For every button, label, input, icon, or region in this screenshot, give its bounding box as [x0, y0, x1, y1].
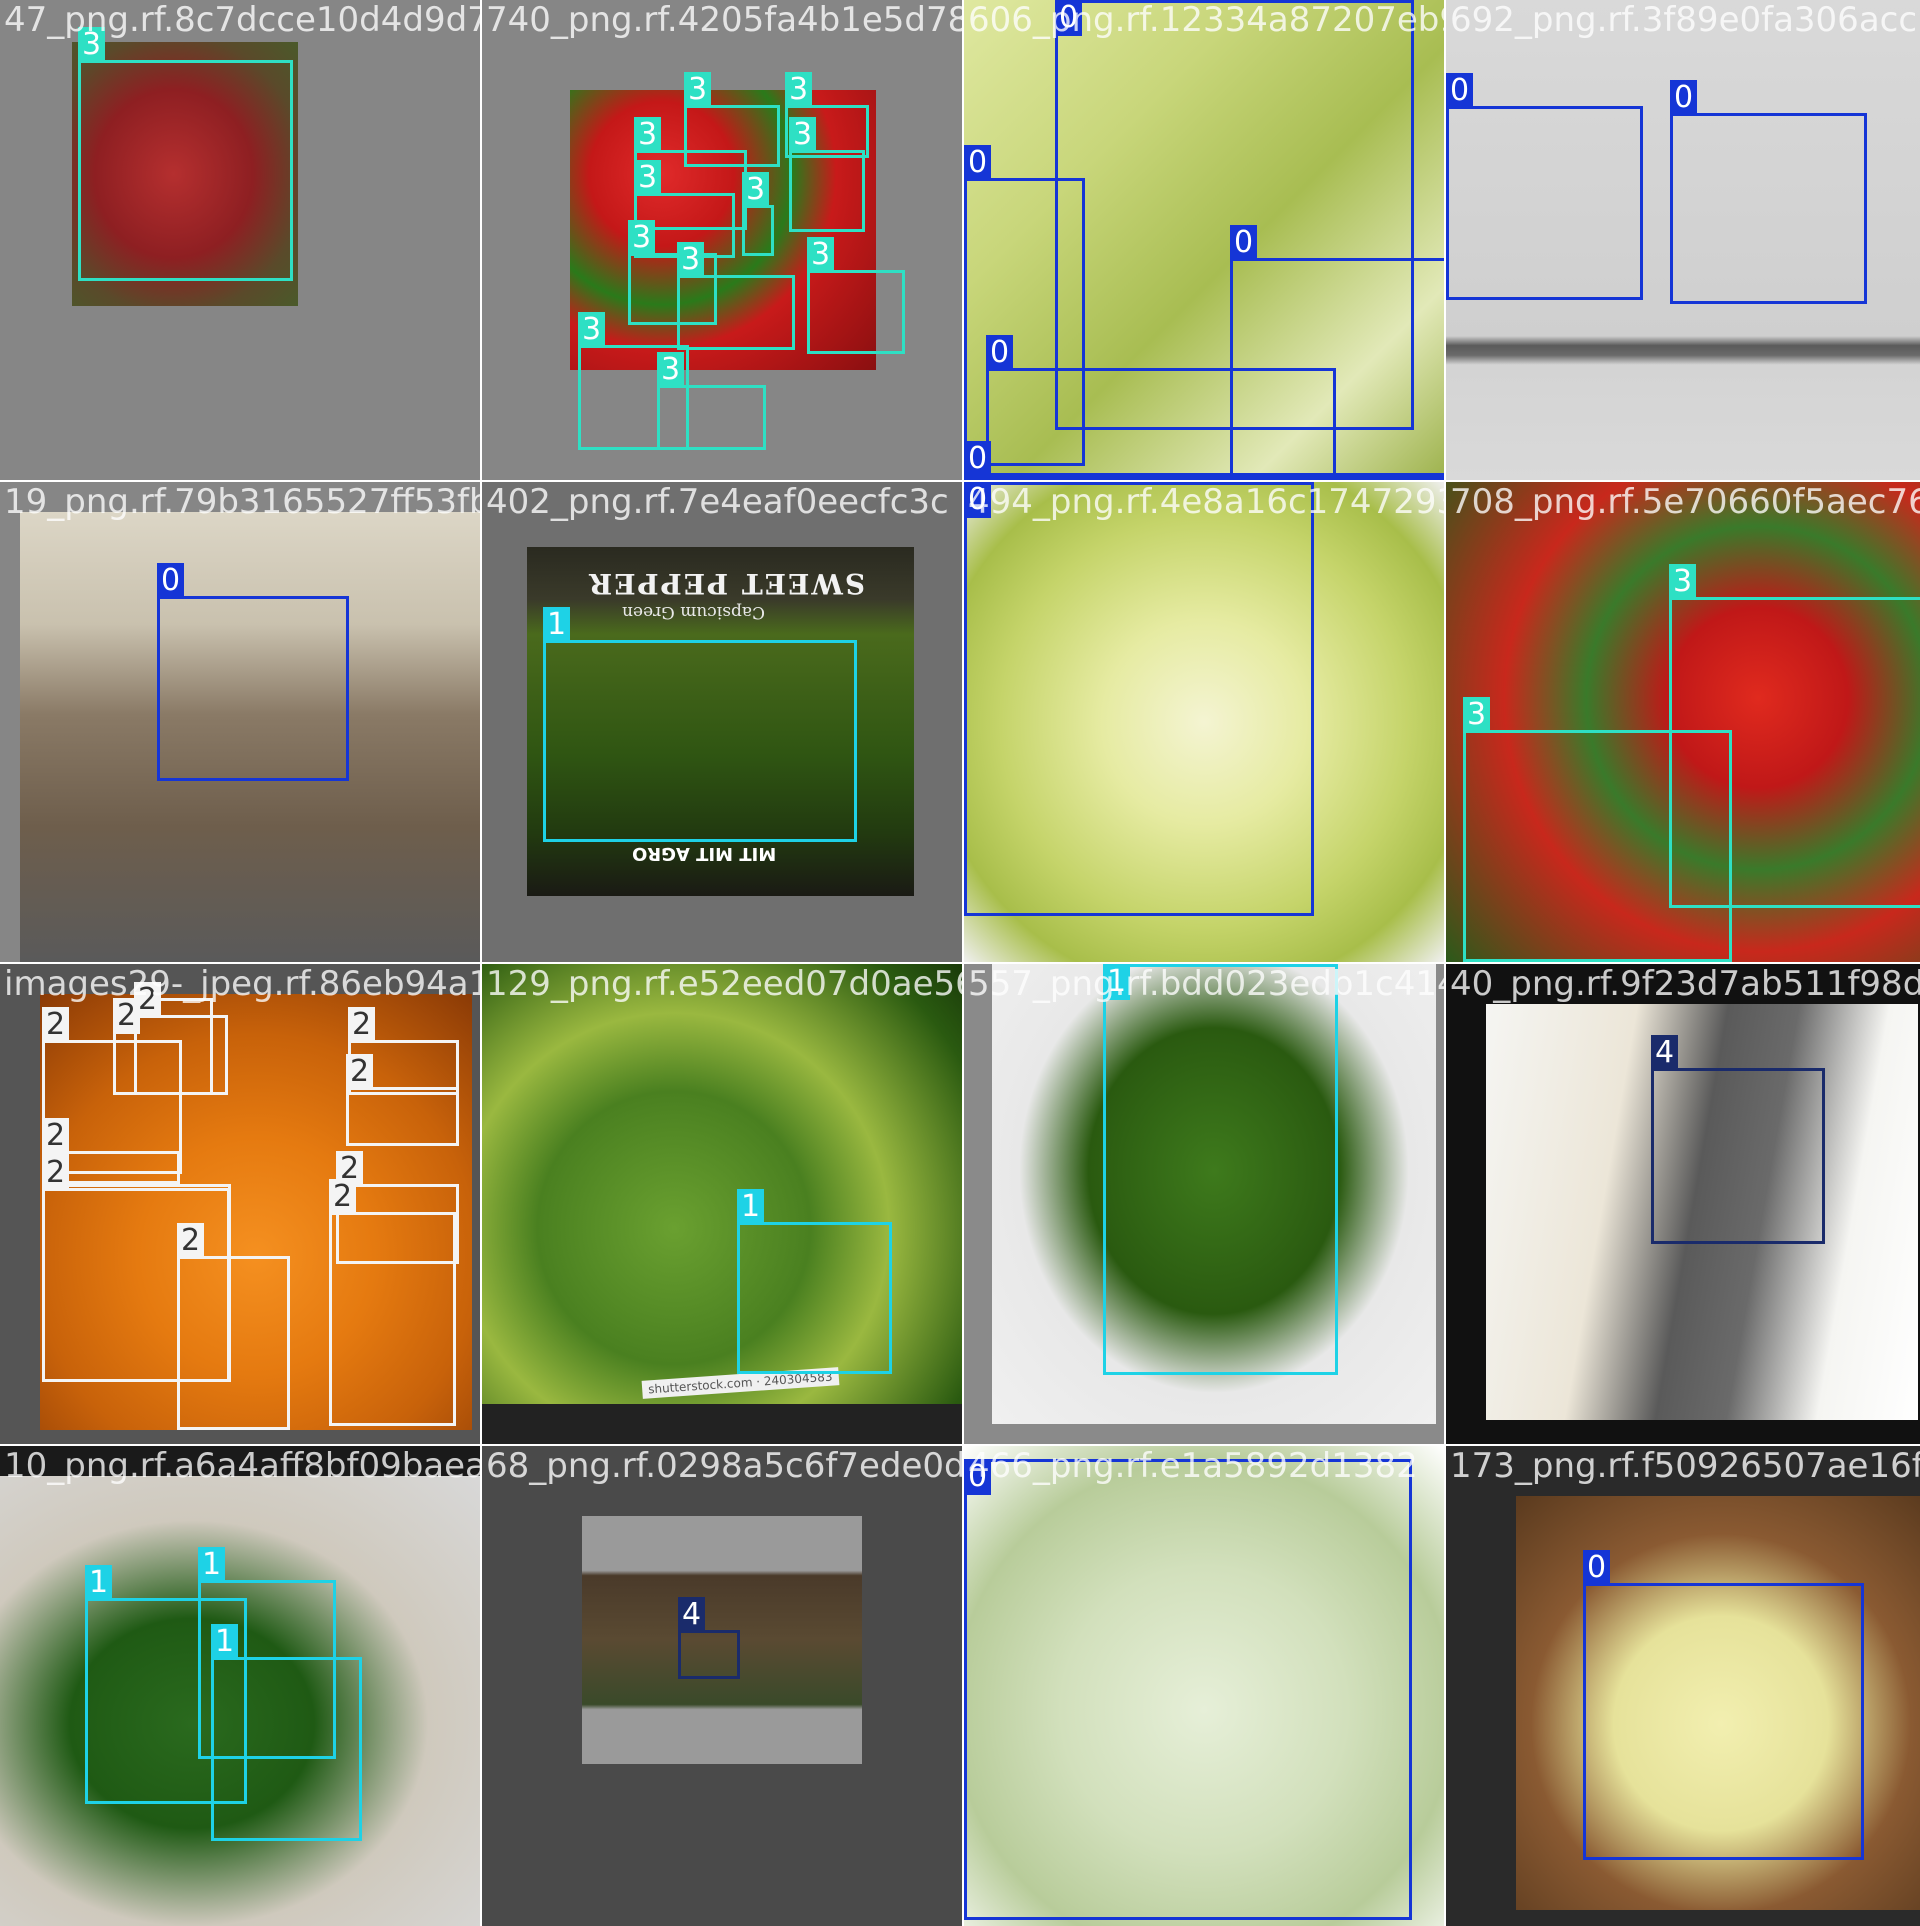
bounding-box-class-2: 2	[42, 1155, 230, 1382]
tile-5: 019_png.rf.79b3165527ff53fb42b218af77d49…	[0, 482, 480, 962]
tile-11: 1557_png.rf.bdd023edb1c414b4	[964, 964, 1444, 1444]
class-label: 3	[785, 72, 813, 108]
class-label: 0	[1583, 1550, 1611, 1586]
class-label: 2	[329, 1179, 357, 1215]
tile-9: 22222222222images29-_jpeg.rf.86eb94a1d5b	[0, 964, 480, 1444]
class-label: 2	[42, 1007, 70, 1043]
class-label: 1	[211, 1624, 239, 1660]
tile-13: 1 1 1 10_png.rf.a6a4aff8bf09baea	[0, 1446, 480, 1926]
bounding-box-class-0: 0	[157, 563, 349, 781]
bounding-box-class-0: 0	[986, 335, 1336, 476]
class-label: 2	[42, 1155, 70, 1191]
bounding-box-class-4: 4	[1651, 1035, 1825, 1244]
class-label: 4	[1651, 1035, 1679, 1071]
bounding-box-class-2: 2	[346, 1054, 459, 1146]
bounding-box-class-1: 1	[1103, 964, 1338, 1375]
bounding-box-class-0: 0	[964, 482, 1314, 916]
class-label: 0	[964, 145, 992, 181]
image-filename: 740_png.rf.4205fa4b1e5d7860	[486, 0, 962, 40]
class-label: 1	[1103, 964, 1131, 1000]
tile-7: 0 494_png.rf.4e8a16c1747293e	[964, 482, 1444, 962]
bounding-box-class-3: 3	[78, 27, 293, 281]
class-label: 3	[1669, 564, 1697, 600]
class-label: 2	[346, 1054, 374, 1090]
packet-brand: MIT MIT AGRO	[632, 843, 777, 864]
bounding-box-class-3: 3	[807, 237, 905, 354]
tile-6: SWEET PEPPER Capsicum Green MIT MIT AGRO 1 4…	[482, 482, 962, 962]
class-label: 1	[543, 607, 571, 643]
bounding-box-class-0: 0	[1583, 1550, 1864, 1860]
bounding-box-class-0: 0	[964, 1459, 1412, 1920]
class-label: 4	[678, 1597, 706, 1633]
class-label: 0	[157, 563, 185, 599]
tile-3: 00000606_png.rf.12334a87207eb9469	[964, 0, 1444, 480]
class-label: 1	[737, 1189, 765, 1225]
bounding-box-class-3: 3	[789, 117, 865, 232]
class-label: 0	[1670, 80, 1698, 116]
class-label: 3	[742, 172, 770, 208]
class-label: 0	[986, 335, 1014, 371]
class-label: 0	[964, 1459, 992, 1495]
packet-subtitle: Capsicum Green	[622, 602, 765, 622]
image-filename: 40_png.rf.9f23d7ab511f98dad	[1450, 964, 1920, 1004]
class-label: 3	[578, 312, 606, 348]
bounding-box-class-0: 0	[1446, 73, 1643, 300]
class-label: 3	[789, 117, 817, 153]
tile-14: 4 68_png.rf.0298a5c6f7ede0d	[482, 1446, 962, 1926]
class-label: 1	[85, 1565, 113, 1601]
class-label: 0	[1446, 73, 1474, 109]
bounding-box-class-2: 2	[329, 1179, 456, 1426]
bounding-box-class-3: 3	[1463, 697, 1732, 962]
bounding-box-class-1: 1	[211, 1624, 362, 1841]
bounding-box-class-3: 3	[677, 242, 795, 350]
bounding-box-class-4: 4	[678, 1597, 740, 1679]
tile-16: 0 173_png.rf.f50926507ae16f77ca	[1446, 1446, 1920, 1926]
class-label: 1	[198, 1547, 226, 1583]
detection-mosaic: 3 47_png.rf.8c7dcce10d4d9d7 3 3 3 3 3 3 3 3 3 3 3 740…	[0, 0, 1920, 1926]
image-filename: 173_png.rf.f50926507ae16f77ca	[1450, 1446, 1920, 1486]
class-label: 2	[42, 1118, 70, 1154]
class-label: 3	[634, 117, 662, 153]
class-label: 2	[134, 982, 162, 1018]
class-label: 3	[78, 27, 106, 63]
bounding-box-class-0: 0	[1670, 80, 1867, 304]
tile-15: 0 466_png.rf.e1a5892d1382	[964, 1446, 1444, 1926]
tile-1: 3 47_png.rf.8c7dcce10d4d9d7	[0, 0, 480, 480]
tile-10: shutterstock.com · 240304583 1 129_png.rf.…	[482, 964, 962, 1444]
class-label: 3	[628, 220, 656, 256]
class-label: 0	[964, 441, 992, 477]
class-label: 3	[634, 160, 662, 196]
bounding-box-class-0: 0	[964, 441, 1444, 480]
class-label: 2	[348, 1007, 376, 1043]
class-label: 3	[684, 72, 712, 108]
class-label: 3	[807, 237, 835, 273]
class-label: 0	[964, 482, 992, 518]
bounding-box-class-3: 3	[742, 172, 774, 256]
class-label: 3	[657, 352, 685, 388]
tile-2: 3 3 3 3 3 3 3 3 3 3 3 740_png.rf.4205fa4b1e5d7860	[482, 0, 962, 480]
image-filename: 402_png.rf.7e4eaf0eecfc3c	[486, 482, 949, 522]
tile-8: 3 3 708_png.rf.5e70660f5aec761a	[1446, 482, 1920, 962]
image-filename: 47_png.rf.8c7dcce10d4d9d7	[4, 0, 480, 40]
tile-4: 0 0 692_png.rf.3f89e0fa306acc	[1446, 0, 1920, 480]
class-label: 3	[1463, 697, 1491, 733]
bounding-box-class-1: 1	[543, 607, 857, 842]
bounding-box-class-1: 1	[737, 1189, 892, 1374]
packet-title: SWEET PEPPER	[587, 567, 866, 600]
class-label: 0	[1055, 0, 1083, 36]
bounding-box-class-3: 3	[657, 352, 766, 450]
tile-12: 4 40_png.rf.9f23d7ab511f98dad	[1446, 964, 1920, 1444]
image-filename: 68_png.rf.0298a5c6f7ede0d	[486, 1446, 962, 1486]
class-label: 0	[1230, 225, 1258, 261]
class-label: 3	[677, 242, 705, 278]
